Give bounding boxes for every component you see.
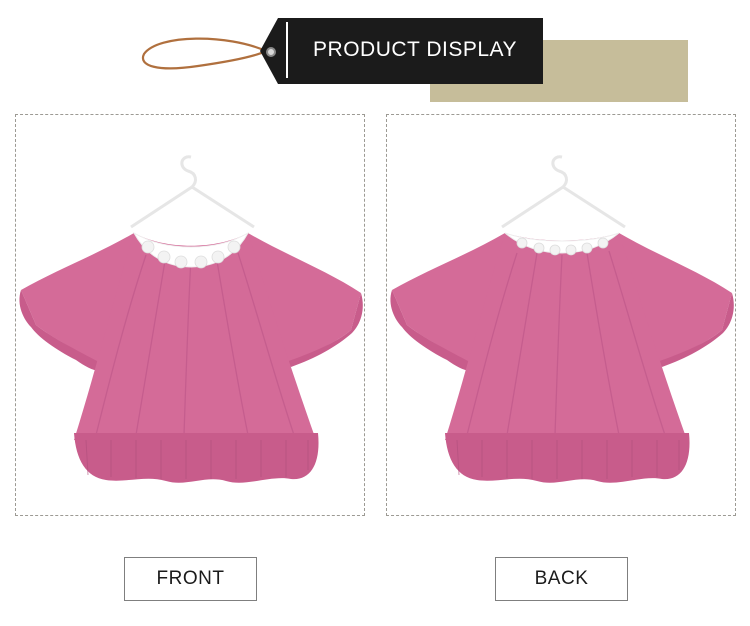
tag-string: [141, 37, 267, 70]
back-caption: BACK: [495, 557, 628, 601]
front-caption: FRONT: [124, 557, 257, 601]
hanger-icon: [501, 155, 626, 229]
front-photo-frame: [15, 114, 365, 516]
tag-hole: [266, 47, 276, 57]
front-blouse-image: [19, 155, 363, 483]
tag-divider: [286, 22, 288, 78]
front-caption-label: FRONT: [156, 568, 225, 589]
back-blouse-image: [390, 155, 734, 483]
page-title: PRODUCT DISPLAY: [313, 38, 517, 61]
hanger-icon: [130, 155, 255, 229]
back-caption-label: BACK: [534, 568, 589, 589]
product-display-tag: PRODUCT DISPLAY: [138, 14, 688, 102]
back-photo-frame: [386, 114, 736, 516]
